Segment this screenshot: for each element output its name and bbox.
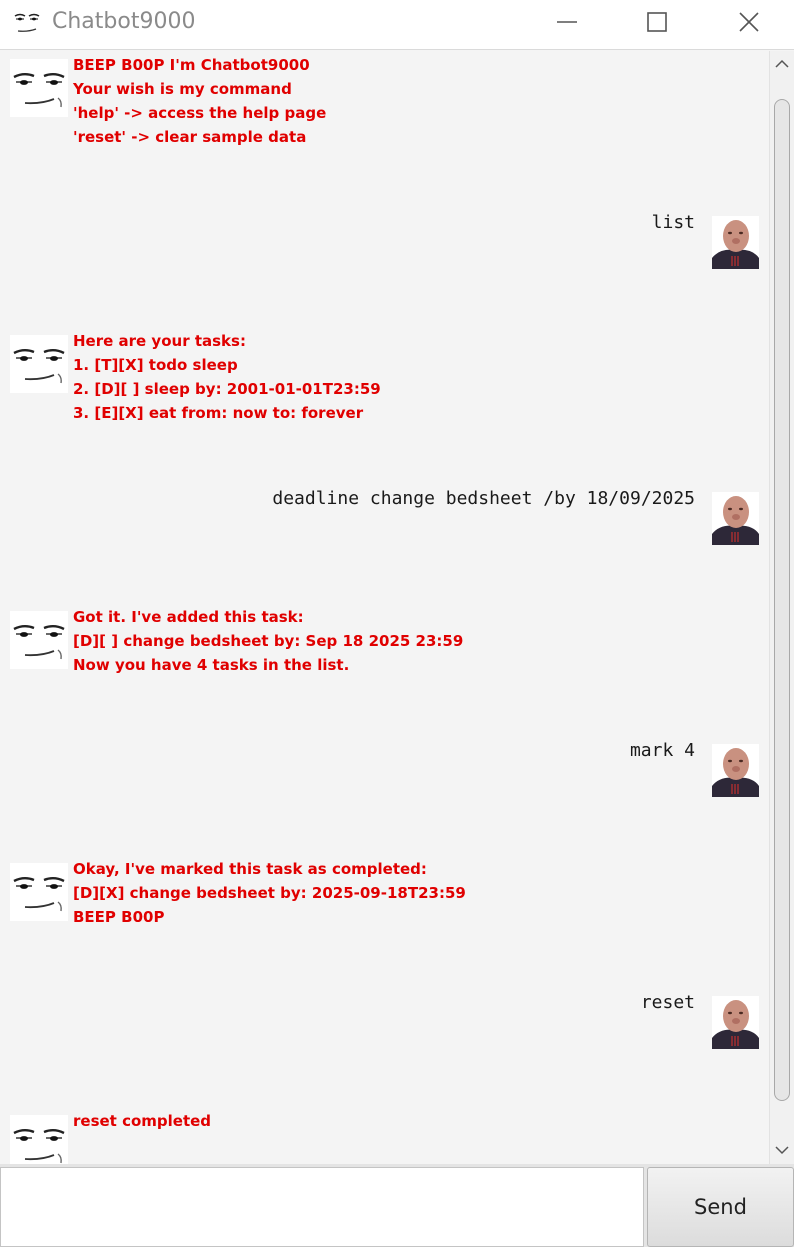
user-avatar-icon bbox=[712, 216, 759, 269]
minimize-button[interactable] bbox=[522, 0, 612, 44]
chevron-up-icon bbox=[775, 59, 789, 68]
maximize-button[interactable] bbox=[612, 0, 702, 44]
scrollbar-thumb[interactable] bbox=[774, 99, 790, 1101]
user-message-text: deadline change bedsheet /by 18/09/2025 bbox=[272, 488, 695, 509]
send-button[interactable]: Send bbox=[647, 1167, 794, 1247]
scroll-down-button[interactable] bbox=[770, 1141, 794, 1159]
bot-message-text: reset completed bbox=[73, 1112, 212, 1130]
chat-scroll-pane[interactable]: BEEP B00P I'm Chatbot9000 Your wish is m… bbox=[0, 51, 769, 1164]
user-message-text: reset bbox=[640, 992, 695, 1013]
chevron-down-icon bbox=[775, 1146, 789, 1155]
meme-face-icon bbox=[12, 7, 42, 37]
bot-avatar-icon bbox=[10, 335, 68, 393]
vertical-scrollbar[interactable] bbox=[769, 51, 794, 1164]
user-message-text: mark 4 bbox=[629, 740, 695, 761]
bot-avatar-icon bbox=[10, 59, 68, 117]
close-button[interactable] bbox=[704, 0, 794, 44]
user-avatar-icon bbox=[712, 744, 759, 797]
maximize-icon bbox=[647, 12, 667, 32]
bot-message-text: Okay, I've marked this task as completed… bbox=[73, 860, 466, 926]
message-input[interactable] bbox=[0, 1167, 644, 1247]
bot-message-text: Got it. I've added this task: [D][ ] cha… bbox=[73, 608, 464, 674]
bot-avatar-icon bbox=[10, 863, 68, 921]
user-avatar-icon bbox=[712, 492, 759, 545]
scroll-up-button[interactable] bbox=[770, 55, 794, 73]
bot-message-text: Here are your tasks: 1. [T][X] todo slee… bbox=[73, 332, 381, 422]
window-title: Chatbot9000 bbox=[52, 9, 196, 34]
input-bar: Send bbox=[0, 1164, 794, 1247]
bot-avatar-icon bbox=[10, 611, 68, 669]
bot-message-text: BEEP B00P I'm Chatbot9000 Your wish is m… bbox=[73, 56, 327, 146]
bot-avatar-icon bbox=[10, 1115, 68, 1164]
minimize-icon bbox=[557, 21, 577, 23]
user-message-text: list bbox=[651, 212, 695, 233]
close-icon bbox=[739, 12, 759, 32]
title-bar: Chatbot9000 bbox=[0, 0, 794, 50]
user-avatar-icon bbox=[712, 996, 759, 1049]
